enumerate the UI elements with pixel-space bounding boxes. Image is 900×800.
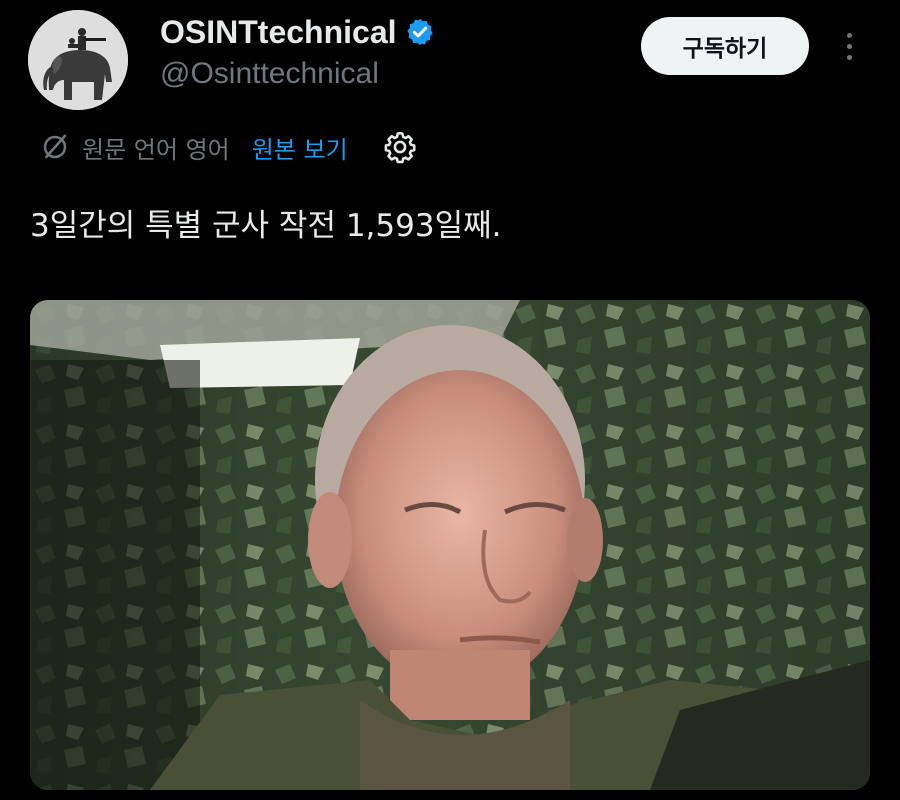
more-options-button[interactable] [832,26,866,66]
gear-icon[interactable] [382,129,418,165]
display-name[interactable]: OSINTtechnical [160,12,435,52]
profile-avatar[interactable] [28,10,128,110]
account-handle[interactable]: @Osinttechnical [160,55,379,93]
tweet-media-image[interactable] [30,300,870,790]
verified-badge-icon [406,18,433,46]
translation-bar: 원문 언어 영어 원본 보기 [40,126,418,168]
subscribe-button[interactable]: 구독하기 [641,17,809,75]
more-dot [846,43,852,49]
more-dot [846,54,852,60]
translation-source-label: 원문 언어 영어 [82,135,230,164]
tweet-text: 3일간의 특별 군사 작전 1,593일째. [30,208,502,244]
media-photo [30,300,870,790]
translate-icon [43,134,67,159]
soldier-on-elephant-icon [28,10,128,110]
tweet-view: OSINTtechnical @Osinttechnical 구독하기 원문 언… [0,0,900,800]
show-original-link[interactable]: 원본 보기 [252,130,348,165]
more-vertical-icon [846,32,852,38]
display-name-text: OSINTtechnical [160,14,397,50]
